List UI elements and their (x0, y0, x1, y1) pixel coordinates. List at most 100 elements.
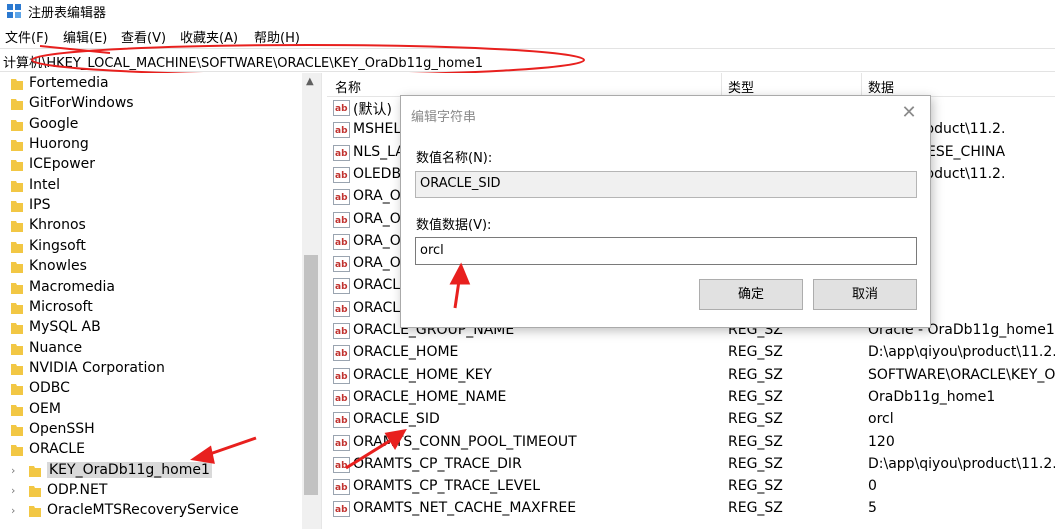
string-value-icon: ab (333, 412, 350, 429)
list-cell-name: ORA_O (353, 188, 401, 205)
list-row[interactable]: ab ORACLE_HOME REG_SZ D:\app\qiyou\product\… (327, 342, 1055, 364)
svg-text:ab: ab (335, 104, 348, 114)
list-header: 名称 类型 数据 (327, 73, 1055, 97)
tree-item[interactable]: ICEpower (0, 155, 302, 175)
dialog-title: 编辑字符串 (411, 110, 477, 125)
scroll-up-icon[interactable]: ▲ (306, 76, 314, 87)
list-cell-data: 120 (868, 433, 895, 450)
list-cell-name: ORAMTS_CP_TRACE_LEVEL (353, 478, 541, 495)
svg-text:ab: ab (335, 394, 348, 404)
address-path[interactable]: 计算机\HKEY_LOCAL_MACHINE\SOFTWARE\ORACLE\K… (3, 52, 483, 71)
tree-item[interactable]: Microsoft (0, 298, 302, 318)
value-data-text[interactable]: orcl (420, 243, 444, 258)
tree-item[interactable]: Nuance (0, 339, 302, 359)
tree-item-label: ODBC (29, 380, 70, 397)
column-header-type[interactable]: 类型 (728, 77, 754, 96)
tree-item[interactable]: Kingsoft (0, 237, 302, 257)
svg-text:ab: ab (335, 126, 348, 136)
list-cell-name: ORACL (353, 277, 401, 294)
menu-edit[interactable]: 编辑(E) (63, 27, 107, 46)
tree-item[interactable]: ODBC (0, 379, 302, 399)
list-row[interactable]: ab ORAMTS_NET_CACHE_MAXFREE REG_SZ 5 (327, 498, 1055, 520)
svg-text:ab: ab (335, 327, 348, 337)
svg-text:ab: ab (335, 216, 348, 226)
tree-item[interactable]: Intel (0, 176, 302, 196)
cancel-button[interactable]: 取消 (813, 279, 917, 310)
tree-scroll-thumb[interactable] (304, 255, 318, 495)
svg-text:ab: ab (335, 483, 348, 493)
list-row[interactable]: ab ORAMTS_CP_TRACE_LEVEL REG_SZ 0 (327, 476, 1055, 498)
tree-item[interactable]: MySQL AB (0, 318, 302, 338)
list-cell-type: REG_SZ (728, 433, 783, 450)
folder-icon (11, 241, 23, 253)
tree-item-label: Google (29, 115, 79, 132)
menu-help[interactable]: 帮助(H) (254, 27, 300, 46)
list-cell-data: OraDb11g_home1 (868, 388, 996, 405)
column-header-data[interactable]: 数据 (868, 77, 894, 96)
expand-chevron-icon[interactable]: › (11, 485, 21, 497)
column-divider[interactable] (721, 73, 722, 97)
tree-item[interactable]: OEM (0, 400, 302, 420)
value-data-input[interactable]: orcl (415, 237, 917, 265)
tree-scrollbar[interactable]: ▲ (302, 73, 321, 529)
menu-view[interactable]: 查看(V) (121, 27, 166, 46)
list-row[interactable]: ab ORACLE_HOME_KEY REG_SZ SOFTWARE\ORACLE\K… (327, 365, 1055, 387)
menu-favorites[interactable]: 收藏夹(A) (180, 27, 238, 46)
string-value-icon: ab (333, 300, 350, 317)
svg-text:ab: ab (335, 171, 348, 181)
tree-item[interactable]: Macromedia (0, 278, 302, 298)
list-row[interactable]: ab ORACLE_SID REG_SZ orcl (327, 409, 1055, 431)
string-value-icon: ab (333, 278, 350, 295)
folder-icon (11, 445, 23, 457)
edit-string-dialog: 编辑字符串 ✕ 数值名称(N): ORACLE_SID 数值数据(V): orc… (400, 95, 931, 328)
ok-button[interactable]: 确定 (699, 279, 803, 310)
folder-icon (11, 424, 23, 436)
window-title: 注册表编辑器 (28, 6, 107, 21)
list-row[interactable]: ab ORAMTS_CP_TRACE_DIR REG_SZ D:\app\qiyou\… (327, 454, 1055, 476)
tree-item[interactable]: Khronos (0, 216, 302, 236)
tree-item[interactable]: › ODP.NET (0, 481, 302, 501)
tree-item[interactable]: Google (0, 115, 302, 135)
column-header-name[interactable]: 名称 (335, 77, 361, 96)
list-cell-name: (默认) (353, 102, 392, 118)
column-divider[interactable] (861, 73, 862, 97)
folder-icon (11, 140, 23, 152)
tree-item[interactable]: Fortemedia (0, 74, 302, 94)
tree-item-label: Huorong (29, 136, 89, 153)
string-value-icon: ab (333, 189, 350, 206)
tree-item[interactable]: IPS (0, 196, 302, 216)
list-cell-data: D:\app\qiyou\product\11.2. (868, 344, 1055, 361)
address-bar[interactable]: 计算机\HKEY_LOCAL_MACHINE\SOFTWARE\ORACLE\K… (0, 48, 1055, 72)
string-value-icon: ab (333, 501, 350, 518)
title-bar: 注册表编辑器 (0, 0, 1055, 24)
expand-chevron-icon[interactable]: › (11, 505, 21, 517)
list-row[interactable]: ab ORACLE_HOME_NAME REG_SZ OraDb11g_home1 (327, 387, 1055, 409)
list-row[interactable]: ab ORAMTS_CONN_POOL_TIMEOUT REG_SZ 120 (327, 432, 1055, 454)
value-name-label: 数值名称(N): (416, 151, 493, 166)
tree-item[interactable]: GitForWindows (0, 94, 302, 114)
tree-item[interactable]: ORACLE (0, 440, 302, 460)
string-value-icon: ab (333, 122, 350, 139)
expand-chevron-icon[interactable]: › (11, 464, 21, 477)
tree-item[interactable]: NVIDIA Corporation (0, 359, 302, 379)
list-cell-name: ORAMTS_CONN_POOL_TIMEOUT (353, 433, 577, 450)
list-cell-name: ORACLE_HOME_KEY (353, 366, 492, 383)
tree-item[interactable]: OpenSSH (0, 420, 302, 440)
tree-item[interactable]: Knowles (0, 257, 302, 277)
folder-icon (11, 119, 23, 131)
svg-text:ab: ab (335, 149, 348, 159)
key-tree[interactable]: Fortemedia GitForWindows Google Huorong ICEp… (0, 73, 321, 529)
list-cell-name: NLS_LA (353, 143, 405, 160)
svg-text:ab: ab (335, 238, 348, 248)
list-cell-type: REG_SZ (728, 478, 783, 495)
tree-item[interactable]: Huorong (0, 135, 302, 155)
tree-item-label: GitForWindows (29, 95, 134, 112)
svg-text:ab: ab (335, 193, 348, 203)
menu-file[interactable]: 文件(F) (5, 27, 49, 46)
tree-item[interactable]: › KEY_OraDb11g_home1 (0, 461, 302, 481)
svg-text:ab: ab (335, 349, 348, 359)
svg-text:ab: ab (335, 372, 348, 382)
tree-item-label: OpenSSH (29, 420, 95, 437)
tree-item[interactable]: › OracleMTSRecoveryService (0, 501, 302, 521)
close-icon[interactable]: ✕ (897, 102, 921, 126)
